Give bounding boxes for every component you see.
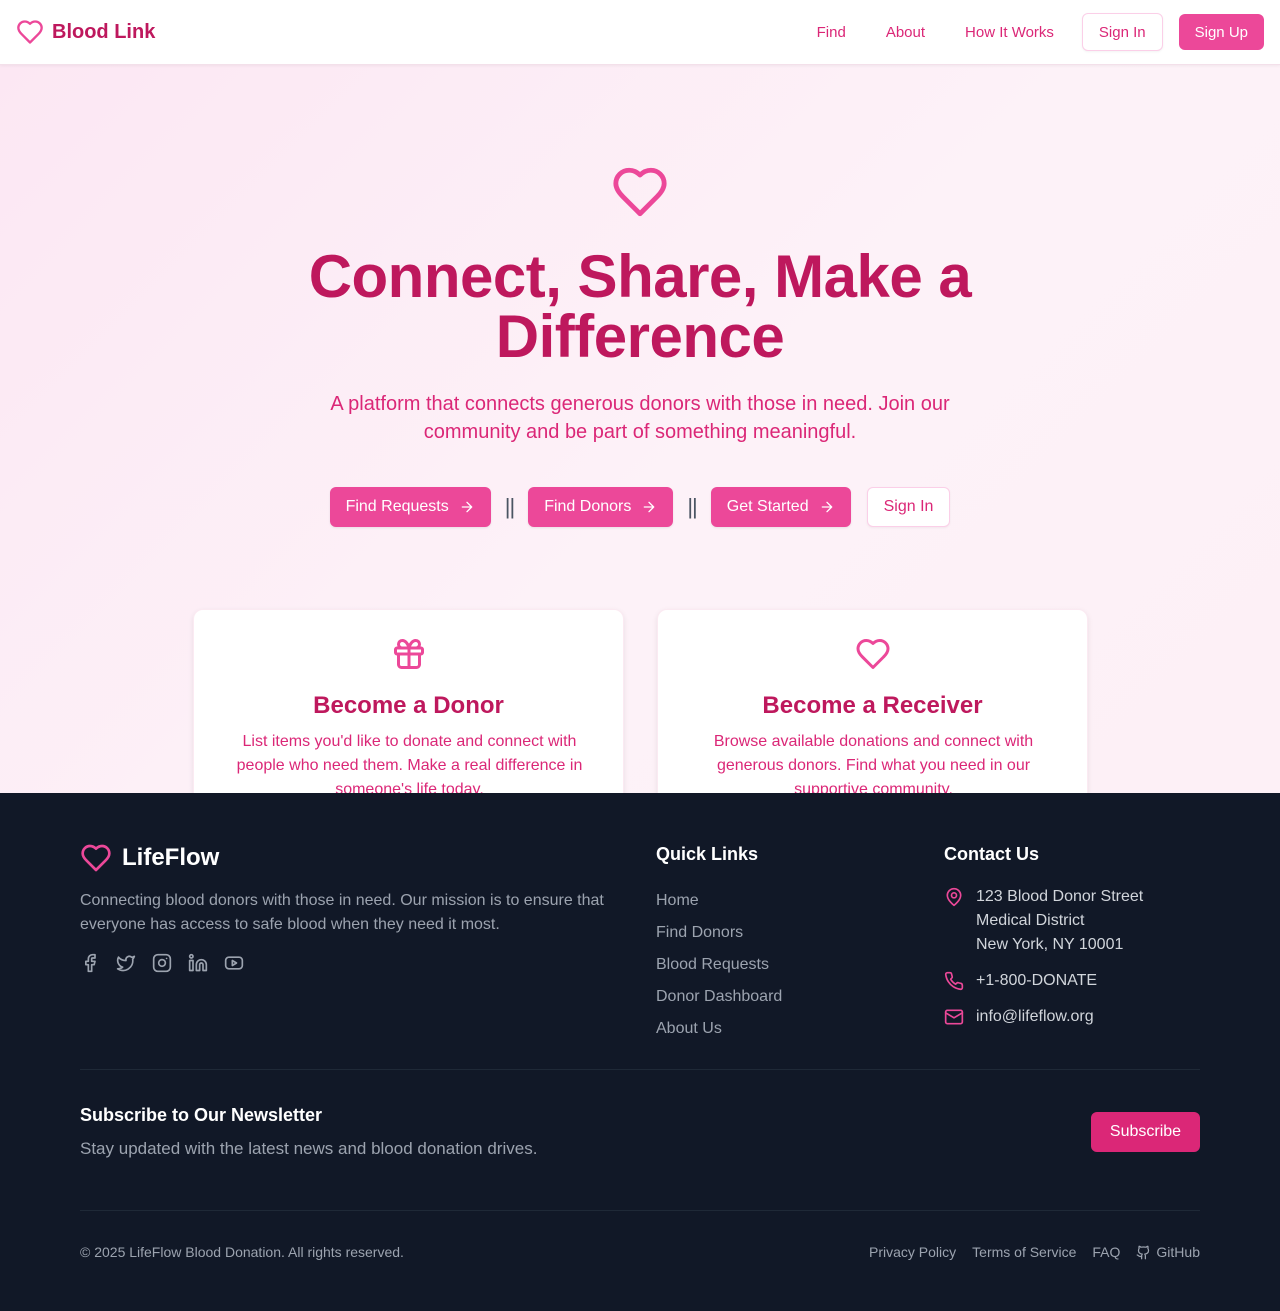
newsletter-title: Subscribe to Our Newsletter — [80, 1105, 323, 1125]
arrow-right-icon — [819, 499, 835, 515]
contact-title: Contact Us — [944, 844, 1040, 864]
nav-sign-up-button[interactable]: Sign Up — [1178, 14, 1264, 50]
social-links — [80, 953, 244, 973]
separator: || — [504, 494, 515, 519]
twitter-icon[interactable] — [116, 953, 136, 973]
get-started-button[interactable]: Get Started — [710, 487, 851, 527]
top-navbar: Blood Link Find About How It Works Sign … — [0, 0, 1280, 65]
heart-icon — [611, 163, 669, 221]
subscribe-button[interactable]: Subscribe — [1091, 1112, 1200, 1152]
hero-title: Connect, Share, Make a Difference — [308, 243, 972, 370]
hero-section: Connect, Share, Make a Difference A plat… — [0, 65, 1280, 826]
find-donors-label: Find Donors — [544, 498, 632, 515]
quick-links-title: Quick Links — [656, 844, 759, 864]
address-line: New York, NY 10001 — [976, 936, 1124, 953]
arrow-right-icon — [459, 499, 475, 515]
address-line: Medical District — [976, 912, 1085, 929]
separator: || — [687, 494, 697, 519]
nav-link-find[interactable]: Find — [817, 24, 846, 41]
instagram-icon[interactable] — [152, 953, 172, 973]
newsletter-subtitle: Stay updated with the latest news and bl… — [80, 1139, 538, 1158]
footer: LifeFlow Connecting blood donors with th… — [0, 793, 1280, 1311]
footer-divider — [80, 1210, 1200, 1211]
donor-card-title: Become a Donor — [313, 692, 504, 719]
footer-brand: LifeFlow — [80, 842, 219, 874]
receiver-card-text: Browse available donations and connect w… — [713, 733, 1034, 798]
footer-brand-name: LifeFlow — [122, 844, 220, 871]
map-pin-icon — [944, 887, 964, 957]
nav-link-about[interactable]: About — [886, 24, 925, 41]
privacy-policy-link[interactable]: Privacy Policy — [869, 1244, 956, 1260]
facebook-icon[interactable] — [80, 953, 100, 973]
contact-email[interactable]: info@lifeflow.org — [976, 1005, 1094, 1029]
gift-icon — [391, 636, 427, 672]
nav-sign-in-button[interactable]: Sign In — [1081, 13, 1163, 51]
nav-link-how-it-works[interactable]: How It Works — [965, 24, 1054, 41]
quick-links-list: Home Find Donors Blood Requests Donor Da… — [656, 885, 782, 1045]
find-requests-label: Find Requests — [345, 498, 449, 515]
find-requests-button[interactable]: Find Requests — [329, 487, 491, 527]
legal-links: Privacy Policy Terms of Service FAQ GitH… — [869, 1244, 1200, 1260]
brand-logo[interactable]: Blood Link — [16, 18, 155, 46]
quick-link-about-us[interactable]: About Us — [656, 1013, 782, 1045]
github-icon — [1136, 1245, 1151, 1260]
find-donors-button[interactable]: Find Donors — [528, 487, 674, 527]
heart-icon — [16, 18, 44, 46]
address-line: 123 Blood Donor Street — [976, 888, 1144, 905]
mail-icon — [944, 1007, 964, 1029]
quick-link-blood-requests[interactable]: Blood Requests — [656, 949, 782, 981]
faq-link[interactable]: FAQ — [1092, 1244, 1120, 1260]
receiver-card-title: Become a Receiver — [762, 692, 983, 719]
youtube-icon[interactable] — [224, 953, 244, 973]
quick-link-home[interactable]: Home — [656, 885, 782, 917]
quick-link-find-donors[interactable]: Find Donors — [656, 917, 782, 949]
hero-subtitle: A platform that connects generous donors… — [330, 393, 950, 443]
get-started-label: Get Started — [726, 498, 809, 515]
footer-description: Connecting blood donors with those in ne… — [80, 892, 604, 933]
contact-phone[interactable]: +1-800-DONATE — [976, 969, 1097, 993]
github-link[interactable]: GitHub — [1136, 1244, 1200, 1260]
donor-card-text: List items you'd like to donate and conn… — [236, 733, 583, 798]
linkedin-icon[interactable] — [188, 953, 208, 973]
copyright: © 2025 LifeFlow Blood Donation. All righ… — [80, 1244, 404, 1260]
footer-divider — [80, 1069, 1200, 1070]
phone-icon — [944, 971, 964, 993]
heart-icon — [855, 636, 891, 672]
heart-icon — [80, 842, 112, 874]
terms-of-service-link[interactable]: Terms of Service — [972, 1244, 1076, 1260]
hero-sign-in-button[interactable]: Sign In — [866, 487, 951, 527]
arrow-right-icon — [641, 499, 657, 515]
brand-name: Blood Link — [52, 20, 156, 43]
quick-link-donor-dashboard[interactable]: Donor Dashboard — [656, 981, 782, 1013]
github-label: GitHub — [1156, 1244, 1200, 1260]
contact-info: 123 Blood Donor Street Medical District … — [944, 885, 1143, 1041]
